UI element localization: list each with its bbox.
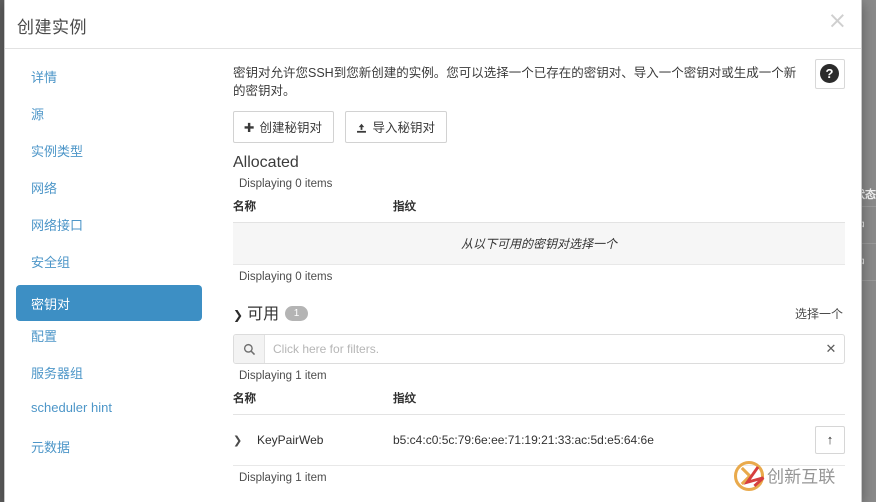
available-count-bottom: Displaying 1 item <box>239 472 327 484</box>
sidebar-item-security-groups[interactable]: 安全组 <box>16 248 202 273</box>
key-pair-name-cell: ❯ KeyPairWeb <box>233 414 393 466</box>
sidebar-item-scheduler-hint[interactable]: scheduler hint <box>16 396 202 421</box>
column-header-name: 名称 <box>233 196 393 223</box>
column-header-name: 名称 <box>233 388 393 415</box>
import-key-pair-button[interactable]: 导入秘钥对 <box>345 111 447 143</box>
column-header-actions <box>793 388 845 415</box>
intro-row: 密钥对允许您SSH到您新创建的实例。您可以选择一个已存在的密钥对、导入一个密钥对… <box>233 59 845 100</box>
allocated-title: Allocated <box>233 154 299 171</box>
modal-header: 创建实例 × <box>5 0 861 49</box>
key-pair-action-cell: ↑ <box>793 414 845 466</box>
allocated-empty-message: 从以下可用的密钥对选择一个 <box>233 222 845 265</box>
column-header-fingerprint: 指纹 <box>393 388 793 415</box>
plus-icon: ✚ <box>244 121 255 135</box>
sidebar-item-configuration[interactable]: 配置 <box>16 322 202 347</box>
key-pair-fingerprint: b5:c4:c0:5c:79:6e:ee:71:19:21:33:ac:5d:e… <box>393 414 793 466</box>
available-count-top: Displaying 1 item <box>239 370 327 382</box>
sidebar-item-server-groups[interactable]: 服务器组 <box>16 359 202 384</box>
table-row[interactable]: ❯ KeyPairWeb b5:c4:c0:5c:79:6e:ee:71:19:2… <box>233 414 845 466</box>
allocated-table: 名称 指纹 从以下可用的密钥对选择一个 <box>233 196 845 265</box>
import-key-pair-label: 导入秘钥对 <box>372 121 435 135</box>
key-pair-actions: ✚ 创建秘钥对 导入秘钥对 <box>233 111 845 143</box>
key-pair-panel: 密钥对允许您SSH到您新创建的实例。您可以选择一个已存在的密钥对、导入一个密钥对… <box>213 49 861 502</box>
chevron-down-icon[interactable]: ❯ <box>233 308 243 322</box>
column-header-actions <box>793 196 845 223</box>
table-row: 从以下可用的密钥对选择一个 <box>233 222 845 265</box>
close-icon[interactable]: × <box>828 10 847 33</box>
clear-icon[interactable]: ✕ <box>818 335 844 363</box>
create-key-pair-label: 创建秘钥对 <box>259 121 322 135</box>
page-title: 创建实例 <box>17 18 87 37</box>
sidebar-item-metadata[interactable]: 元数据 <box>16 433 202 458</box>
filter-input[interactable] <box>265 335 818 363</box>
help-button[interactable]: ? <box>815 59 845 89</box>
table-header-row: 名称 指纹 <box>233 196 845 223</box>
sidebar-item-flavor[interactable]: 实例类型 <box>16 137 202 162</box>
filter-bar[interactable]: ✕ <box>233 334 845 364</box>
create-instance-modal: 创建实例 × 详情 源 实例类型 网络 网络接口 安全组 密钥对 配置 服务器组… <box>4 0 862 502</box>
sidebar-item-network[interactable]: 网络 <box>16 174 202 199</box>
available-table: 名称 指纹 ❯ KeyPairWeb b5:c4:c0:5c:79:6e:ee:7… <box>233 388 845 466</box>
available-count-badge: 1 <box>285 306 309 321</box>
arrow-up-icon[interactable]: ↑ <box>815 426 845 454</box>
modal-sidebar: 详情 源 实例类型 网络 网络接口 安全组 密钥对 配置 服务器组 schedu… <box>5 49 213 502</box>
select-one-link[interactable]: 选择一个 <box>795 305 843 322</box>
column-header-fingerprint: 指纹 <box>393 196 793 223</box>
allocated-count-bottom: Displaying 0 items <box>239 271 333 283</box>
screenshot-root: 状态 中 中 创建实例 × 详情 源 实例类型 网络 网络接口 安全组 密钥对 … <box>0 0 876 502</box>
question-mark-icon: ? <box>820 64 839 83</box>
key-pair-name: KeyPairWeb <box>257 433 324 447</box>
allocated-count-top: Displaying 0 items <box>239 178 333 190</box>
intro-text: 密钥对允许您SSH到您新创建的实例。您可以选择一个已存在的密钥对、导入一个密钥对… <box>233 66 797 98</box>
create-key-pair-button[interactable]: ✚ 创建秘钥对 <box>233 111 334 143</box>
sidebar-item-key-pair[interactable]: 密钥对 <box>16 285 202 321</box>
sidebar-item-network-ports[interactable]: 网络接口 <box>16 211 202 236</box>
available-label: 可用 <box>247 306 280 323</box>
sidebar-item-source[interactable]: 源 <box>16 100 202 125</box>
chevron-right-icon[interactable]: ❯ <box>233 434 251 447</box>
upload-icon <box>356 121 367 135</box>
sidebar-item-details[interactable]: 详情 <box>16 63 202 88</box>
table-header-row: 名称 指纹 <box>233 388 845 415</box>
modal-body: 详情 源 实例类型 网络 网络接口 安全组 密钥对 配置 服务器组 schedu… <box>5 49 861 502</box>
search-icon[interactable] <box>234 335 265 363</box>
available-section-header[interactable]: ❯ 可用 1 选择一个 <box>233 300 845 328</box>
